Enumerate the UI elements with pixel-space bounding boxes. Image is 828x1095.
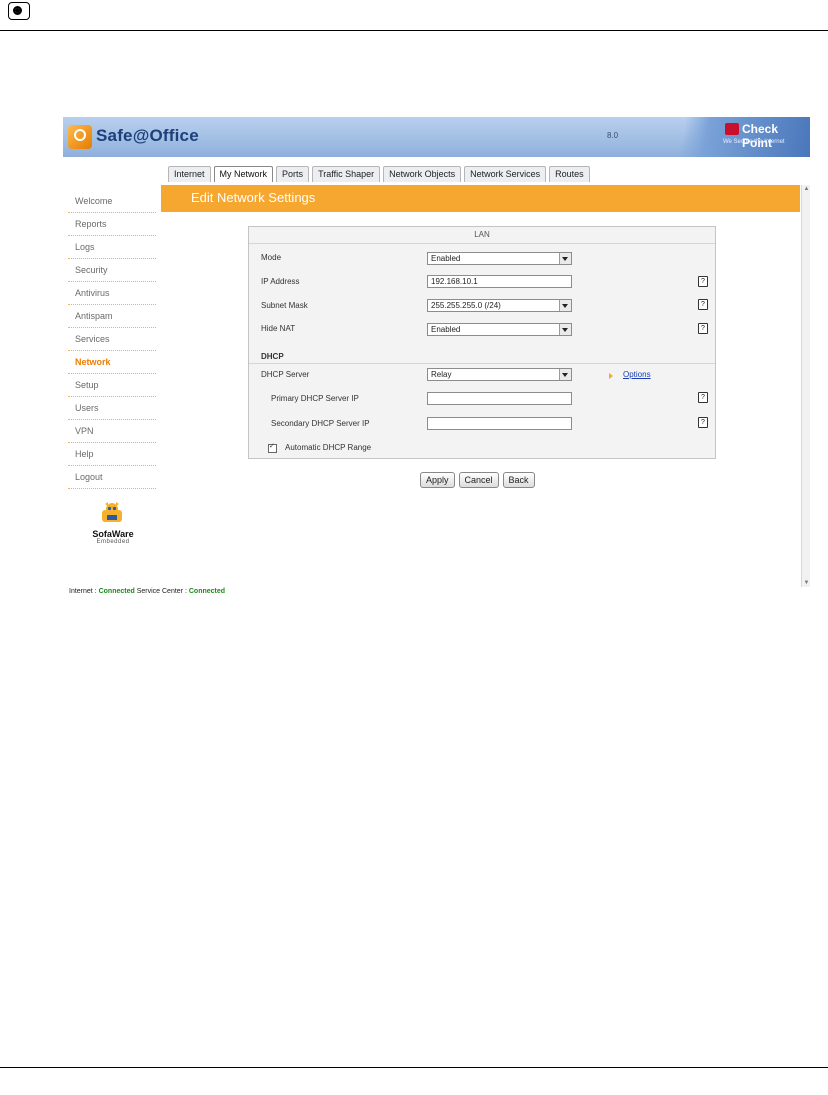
vendor-name: Check Point [742, 122, 779, 150]
tab-my-network[interactable]: My Network [213, 166, 274, 182]
internet-status-label: Internet : [69, 588, 97, 595]
content-scrollbar[interactable]: ▲ ▼ [801, 185, 810, 587]
form-buttons: Apply Cancel Back [420, 472, 535, 488]
sidebar-item-reports[interactable]: Reports [68, 213, 156, 236]
sidebar-item-vpn[interactable]: VPN [68, 420, 156, 443]
mode-select[interactable]: Enabled [427, 252, 572, 265]
primary-dhcp-input[interactable] [427, 392, 572, 405]
dhcp-section-header: DHCP [261, 352, 284, 361]
sidebar-item-logs[interactable]: Logs [68, 236, 156, 259]
auto-dhcp-range-label: Automatic DHCP Range [285, 443, 372, 452]
bottom-divider [0, 1067, 828, 1068]
tab-network-objects[interactable]: Network Objects [383, 166, 462, 182]
help-icon[interactable]: ? [698, 417, 708, 428]
sidebar-item-services[interactable]: Services [68, 328, 156, 351]
chevron-down-icon [562, 373, 568, 377]
ip-address-input[interactable]: 192.168.10.1 [427, 275, 572, 288]
sidebar-item-welcome[interactable]: Welcome [68, 190, 156, 213]
sofaware-mascot-icon [102, 502, 122, 522]
hide-nat-value: Enabled [431, 325, 461, 334]
app-name: Safe@Office [96, 126, 199, 145]
dhcp-server-value: Relay [431, 370, 452, 379]
document-badge-icon [8, 2, 30, 20]
tab-internet[interactable]: Internet [168, 166, 211, 182]
scroll-up-icon[interactable]: ▲ [803, 185, 810, 193]
subnet-mask-value: 255.255.255.0 (/24) [431, 301, 501, 310]
safe-office-window: Safe@Office 8.0 Check Point We Secure th… [63, 117, 810, 601]
checkmark-icon: ✓ [269, 443, 275, 450]
sofaware-brand-name: SofaWare [92, 529, 134, 539]
dhcp-divider [249, 363, 715, 364]
chevron-down-icon [562, 328, 568, 332]
arrow-right-icon [609, 373, 613, 379]
service-center-status-label: Service Center : [136, 588, 187, 595]
chevron-down-icon [562, 304, 568, 308]
tab-bar: Internet My Network Ports Traffic Shaper… [168, 166, 590, 182]
page-title: Edit Network Settings [191, 190, 316, 205]
sidebar-item-network[interactable]: Network [68, 351, 156, 374]
sidebar: Welcome Reports Logs Security Antivirus … [68, 190, 156, 489]
help-icon[interactable]: ? [698, 323, 708, 334]
secondary-dhcp-label: Secondary DHCP Server IP [271, 419, 370, 428]
sidebar-item-antispam[interactable]: Antispam [68, 305, 156, 328]
app-version: 8.0 [607, 131, 619, 140]
sidebar-item-security[interactable]: Security [68, 259, 156, 282]
dhcp-server-label: DHCP Server [261, 370, 310, 379]
secondary-dhcp-input[interactable] [427, 417, 572, 430]
hide-nat-select[interactable]: Enabled [427, 323, 572, 336]
tab-network-services[interactable]: Network Services [464, 166, 547, 182]
help-icon[interactable]: ? [698, 392, 708, 403]
chevron-down-icon [562, 257, 568, 261]
sofaware-brand-sub: Embedded [96, 539, 130, 545]
vendor-tagline: We Secure the Internet [723, 139, 785, 145]
subnet-mask-select[interactable]: 255.255.255.0 (/24) [427, 299, 572, 312]
scroll-down-icon[interactable]: ▼ [803, 579, 810, 587]
check-point-logo-icon [725, 123, 739, 135]
help-icon[interactable]: ? [698, 276, 708, 287]
service-center-status-value: Connected [188, 588, 226, 595]
apply-button[interactable]: Apply [420, 472, 455, 488]
app-header: Safe@Office 8.0 Check Point We Secure th… [63, 117, 810, 157]
safe-office-logo-icon [68, 125, 92, 149]
sidebar-item-logout[interactable]: Logout [68, 466, 156, 489]
lan-divider [249, 243, 715, 244]
mode-label: Mode [261, 253, 282, 262]
auto-dhcp-range-checkbox[interactable]: ✓ [268, 443, 277, 453]
ip-address-label: IP Address [261, 277, 300, 286]
internet-status-value: Connected [98, 588, 135, 595]
cancel-button[interactable]: Cancel [458, 472, 499, 488]
help-icon[interactable]: ? [698, 299, 708, 310]
sidebar-item-help[interactable]: Help [68, 443, 156, 466]
back-button[interactable]: Back [502, 472, 535, 488]
tab-ports[interactable]: Ports [276, 166, 310, 182]
subnet-mask-label: Subnet Mask [261, 301, 308, 310]
sidebar-item-users[interactable]: Users [68, 397, 156, 420]
sidebar-item-antivirus[interactable]: Antivirus [68, 282, 156, 305]
page-title-bar: Edit Network Settings [161, 185, 800, 212]
hide-nat-label: Hide NAT [261, 324, 296, 333]
dhcp-options-link[interactable]: Options [623, 370, 651, 379]
top-divider [0, 30, 828, 31]
status-bar: Internet : Connected Service Center : Co… [69, 588, 225, 595]
mode-value: Enabled [431, 254, 461, 263]
lan-section-header: LAN [474, 230, 490, 239]
lan-settings-panel: LAN Mode Enabled IP Address 192.168.10.1… [248, 226, 716, 459]
primary-dhcp-label: Primary DHCP Server IP [271, 394, 359, 403]
tab-routes[interactable]: Routes [549, 166, 590, 182]
sidebar-item-setup[interactable]: Setup [68, 374, 156, 397]
dhcp-server-select[interactable]: Relay [427, 368, 572, 381]
tab-traffic-shaper[interactable]: Traffic Shaper [312, 166, 381, 182]
